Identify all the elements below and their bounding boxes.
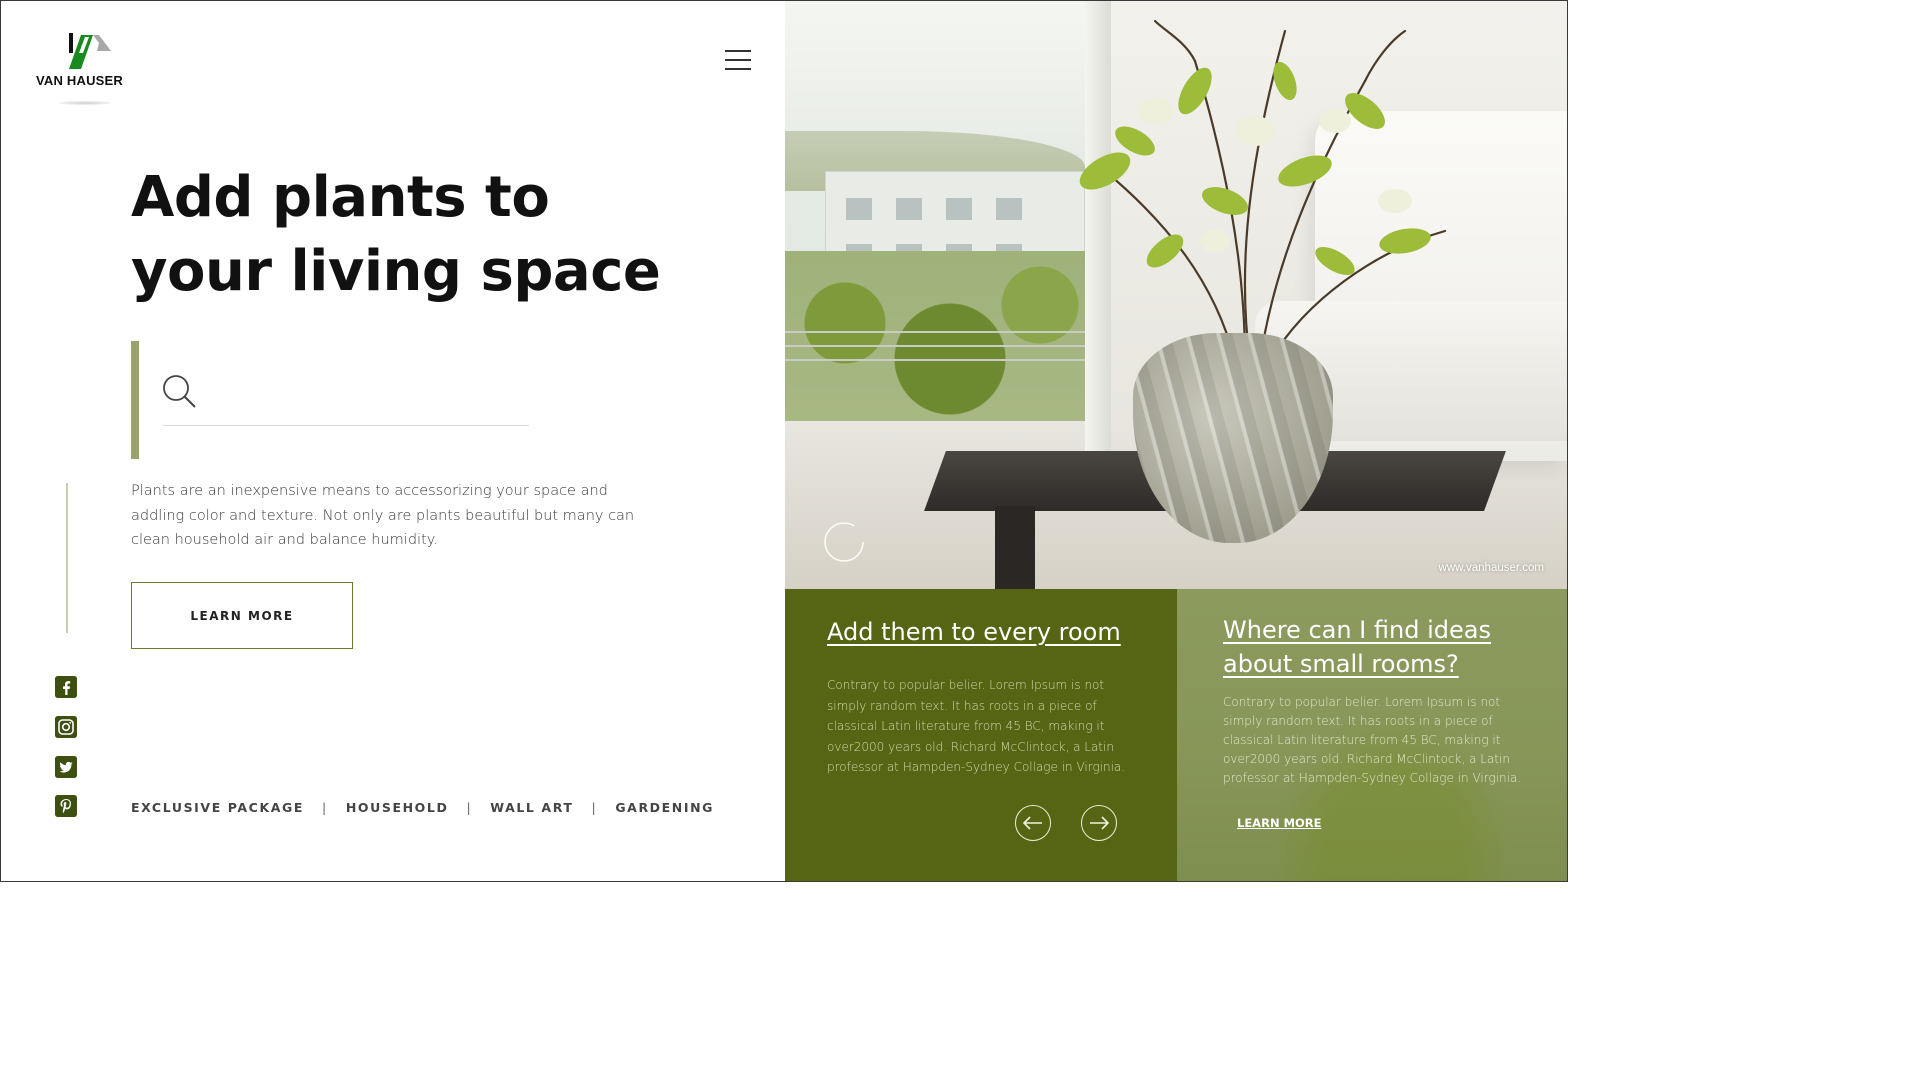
plant-branches (1079, 19, 1447, 361)
category-gardening[interactable]: GARDENING (615, 800, 714, 815)
category-separator: | (591, 800, 598, 815)
card-every-room: Add them to every room Contrary to popul… (785, 589, 1177, 881)
card-text-small-rooms: Contrary to popular belier. Lorem Ipsum … (1223, 695, 1522, 785)
category-nav: EXCLUSIVE PACKAGE | HOUSEHOLD | WALL ART… (131, 800, 714, 815)
intro-paragraph: Plants are an inexpensive means to acces… (131, 483, 635, 548)
decorative-vertical-line (66, 483, 68, 633)
brand-logo[interactable]: VAN HAUSER (35, 31, 135, 111)
card-title-small-rooms[interactable]: Where can I find ideas about small rooms… (1223, 613, 1543, 681)
category-exclusive-package[interactable]: EXCLUSIVE PACKAGE (131, 800, 304, 815)
logo-mark-icon (69, 33, 111, 69)
twitter-icon[interactable] (55, 756, 77, 778)
category-separator: | (322, 800, 328, 815)
category-separator: | (466, 800, 473, 815)
logo-wordmark: VAN HAUSER (36, 73, 123, 88)
category-wall-art[interactable]: WALL ART (490, 800, 573, 815)
search-accent-bar (131, 341, 139, 459)
pinterest-icon[interactable] (55, 795, 77, 817)
left-panel: VAN HAUSER Add plants to your living spa… (1, 1, 785, 881)
headline-line-1: Add plants to (131, 165, 550, 230)
search-icon[interactable] (161, 373, 197, 409)
hamburger-menu-icon[interactable] (723, 47, 753, 73)
arrow-left-icon[interactable] (1015, 805, 1051, 841)
card-small-rooms: Where can I find ideas about small rooms… (1177, 589, 1567, 881)
page-headline: Add plants to your living space (131, 161, 661, 309)
category-household[interactable]: HOUSEHOLD (346, 800, 449, 815)
card-learn-more-link[interactable]: LEARN MORE (1237, 816, 1322, 830)
headline-line-2: your living space (131, 239, 661, 304)
card-title-every-room[interactable]: Add them to every room (827, 615, 1147, 649)
instagram-icon[interactable] (55, 716, 77, 738)
website-url: www.vanhauser.com (1438, 562, 1544, 574)
logo-shadow (59, 101, 111, 105)
card-text-every-room: Contrary to popular belier. Lorem Ipsum … (827, 678, 1126, 774)
learn-more-button[interactable]: LEARN MORE (131, 582, 353, 649)
page: VAN HAUSER Add plants to your living spa… (0, 0, 1568, 882)
facebook-icon[interactable] (55, 676, 77, 698)
search-input[interactable] (211, 373, 527, 409)
hero-image: www.vanhauser.com (785, 1, 1567, 589)
loading-spinner-icon (824, 522, 864, 562)
search-underline (163, 425, 529, 426)
arrow-right-icon[interactable] (1081, 805, 1117, 841)
